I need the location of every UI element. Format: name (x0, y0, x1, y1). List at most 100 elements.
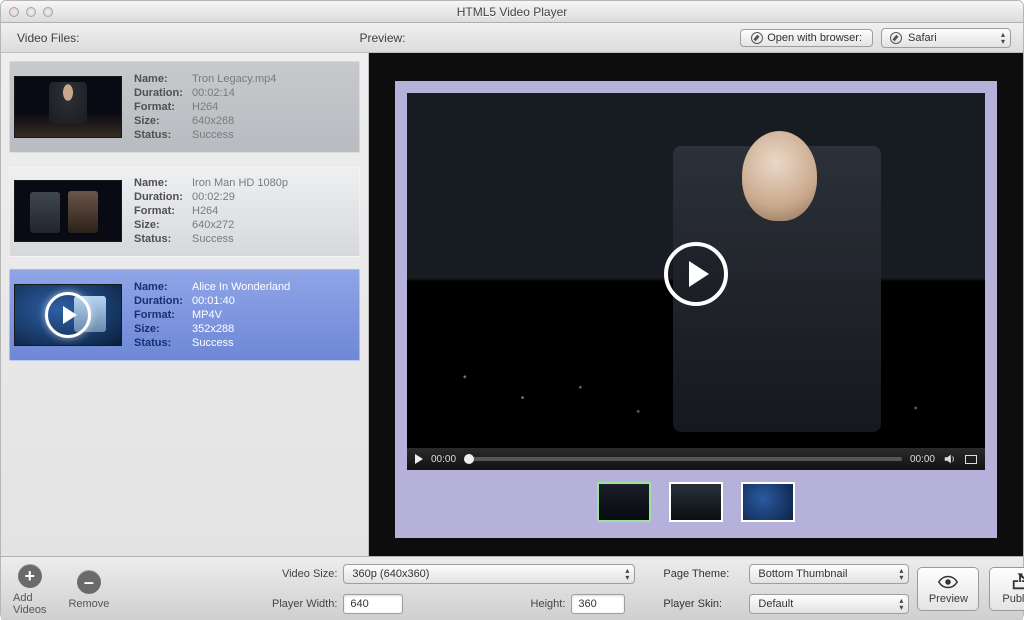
size-key: Size: (134, 115, 192, 127)
page-theme-value: Bottom Thumbnail (758, 568, 847, 580)
file-details: Name: Alice In Wonderland Duration: 00:0… (134, 281, 290, 349)
remove-button[interactable]: Remove (68, 568, 109, 610)
fullscreen-icon[interactable] (965, 455, 977, 464)
preview-button-label: Preview (929, 593, 968, 605)
video-size-label: Video Size: (257, 568, 337, 580)
format-value: MP4V (192, 309, 290, 321)
format-key: Format: (134, 101, 192, 113)
play-icon[interactable] (415, 454, 423, 464)
status-key: Status: (134, 129, 192, 141)
page-theme-label: Page Theme: (663, 568, 743, 580)
format-key: Format: (134, 205, 192, 217)
chevron-updown-icon: ▴▾ (899, 567, 903, 581)
format-value: H264 (192, 205, 288, 217)
file-item[interactable]: Name: Tron Legacy.mp4 Duration: 00:02:14… (9, 61, 360, 153)
settings-form-left: Video Size: 360p (640x360) ▴▾ Player Wid… (257, 564, 635, 614)
video-files-label: Video Files: (17, 31, 79, 45)
plus-icon (18, 564, 42, 588)
open-with-browser-button[interactable]: Open with browser: (740, 29, 873, 47)
file-details: Name: Iron Man HD 1080p Duration: 00:02:… (134, 177, 288, 245)
name-key: Name: (134, 73, 192, 85)
size-key: Size: (134, 219, 192, 231)
remove-label: Remove (68, 598, 109, 610)
duration-value: 00:02:14 (192, 87, 276, 99)
video-size-value: 360p (640x360) (352, 568, 429, 580)
add-videos-label: Add Videos (13, 592, 46, 616)
size-value: 640x268 (192, 115, 276, 127)
current-time: 00:00 (431, 454, 456, 465)
play-icon (45, 292, 91, 338)
size-key: Size: (134, 323, 192, 335)
duration-key: Duration: (134, 295, 192, 307)
format-value: H264 (192, 101, 276, 113)
file-item[interactable]: Name: Iron Man HD 1080p Duration: 00:02:… (9, 165, 360, 257)
status-value: Success (192, 129, 276, 141)
duration-key: Duration: (134, 87, 192, 99)
seek-bar[interactable] (464, 457, 902, 461)
page-theme-select[interactable]: Bottom Thumbnail ▴▾ (749, 564, 909, 584)
minus-icon (77, 570, 101, 594)
player-height-field[interactable]: 360 (571, 594, 625, 614)
action-buttons: Preview Publish (917, 567, 1024, 611)
height-label: Height: (509, 598, 565, 610)
video-controls: 00:00 00:00 (407, 448, 985, 470)
play-button-overlay[interactable] (664, 242, 728, 306)
export-icon (1009, 573, 1024, 591)
browser-select[interactable]: Safari ▴▾ (881, 28, 1011, 48)
file-thumbnail (14, 180, 122, 242)
duration-key: Duration: (134, 191, 192, 203)
player-height-value: 360 (578, 598, 596, 610)
status-value: Success (192, 337, 290, 349)
name-value: Iron Man HD 1080p (192, 177, 288, 189)
video-player[interactable]: 00:00 00:00 (407, 93, 985, 470)
volume-icon[interactable] (943, 452, 957, 466)
eye-icon (937, 573, 959, 591)
size-value: 640x272 (192, 219, 288, 231)
add-videos-button[interactable]: Add Videos (13, 562, 46, 616)
name-key: Name: (134, 177, 192, 189)
player-skin-label: Player Skin: (663, 598, 743, 610)
format-key: Format: (134, 309, 192, 321)
name-key: Name: (134, 281, 192, 293)
player-width-field[interactable]: 640 (343, 594, 403, 614)
video-files-sidebar: Name: Tron Legacy.mp4 Duration: 00:02:14… (1, 53, 369, 556)
settings-form-right: Page Theme: Bottom Thumbnail ▴▾ Player S… (663, 564, 909, 614)
name-value: Tron Legacy.mp4 (192, 73, 276, 85)
preview-button[interactable]: Preview (917, 567, 979, 611)
chevron-updown-icon: ▴▾ (1001, 31, 1005, 45)
window-title: HTML5 Video Player (1, 5, 1023, 19)
file-thumbnail (14, 284, 122, 346)
size-value: 352x288 (192, 323, 290, 335)
video-size-select[interactable]: 360p (640x360) ▴▾ (343, 564, 635, 584)
file-details: Name: Tron Legacy.mp4 Duration: 00:02:14… (134, 73, 276, 141)
duration-value: 00:02:29 (192, 191, 288, 203)
status-key: Status: (134, 337, 192, 349)
compass-icon (751, 32, 763, 44)
status-value: Success (192, 233, 288, 245)
file-item-selected[interactable]: Name: Alice In Wonderland Duration: 00:0… (9, 269, 360, 361)
file-thumbnail (14, 76, 122, 138)
player-width-label: Player Width: (257, 598, 337, 610)
player-skin-select[interactable]: Default ▴▾ (749, 594, 909, 614)
name-value: Alice In Wonderland (192, 281, 290, 293)
player-stage: 00:00 00:00 (395, 81, 997, 538)
title-bar: HTML5 Video Player (1, 1, 1023, 23)
thumbnail-row (407, 470, 985, 526)
publish-button-label: Publish (1002, 593, 1024, 605)
browser-select-value: Safari (908, 32, 937, 44)
thumbnail-1[interactable] (597, 482, 651, 522)
preview-pane: 00:00 00:00 (369, 53, 1023, 556)
preview-label: Preview: (359, 31, 405, 45)
publish-button[interactable]: Publish (989, 567, 1024, 611)
total-time: 00:00 (910, 454, 935, 465)
thumbnail-3[interactable] (741, 482, 795, 522)
header-toolbar: Video Files: Preview: Open with browser:… (1, 23, 1023, 53)
thumbnail-2[interactable] (669, 482, 723, 522)
main-content: Name: Tron Legacy.mp4 Duration: 00:02:14… (1, 53, 1023, 556)
safari-icon (890, 32, 902, 44)
chevron-updown-icon: ▴▾ (899, 597, 903, 611)
status-key: Status: (134, 233, 192, 245)
chevron-updown-icon: ▴▾ (625, 567, 629, 581)
bottom-toolbar: Add Videos Remove Video Size: 360p (640x… (1, 556, 1023, 620)
open-with-browser-label: Open with browser: (767, 32, 862, 44)
